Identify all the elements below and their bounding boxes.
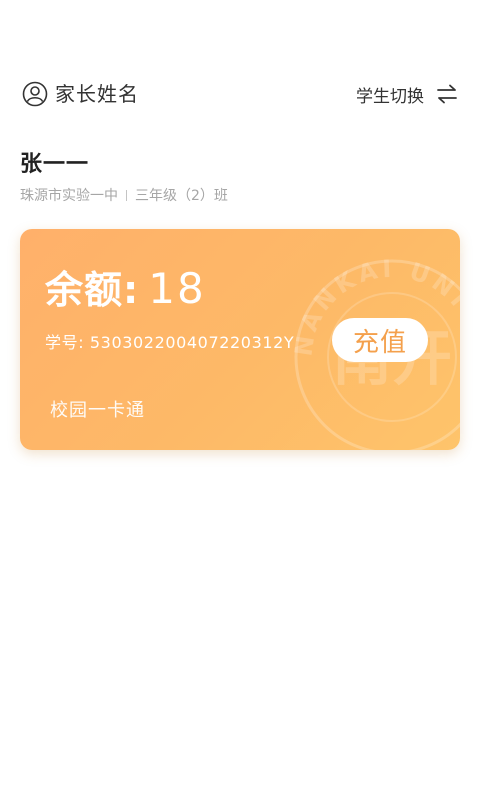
user-circle-icon: [22, 81, 48, 107]
parent-name: 家长姓名: [55, 82, 139, 106]
class-name: 三年级（2）班: [135, 188, 228, 204]
school-info: 珠源市实验一中 三年级（2）班: [20, 185, 228, 205]
balance: 余额 : 18: [45, 259, 206, 314]
balance-colon: :: [123, 268, 139, 312]
balance-value: 18: [148, 264, 206, 313]
swap-arrows-icon: [437, 84, 457, 104]
card-type-label: 校园一卡通: [50, 400, 145, 421]
topup-button[interactable]: 充值: [332, 318, 428, 362]
switch-student-label: 学生切换: [356, 86, 424, 107]
campus-card[interactable]: NANKAI UNIVERSITY 南开 余额 : 18 学号: 5303022…: [20, 229, 460, 450]
header: 家长姓名 学生切换: [0, 78, 480, 110]
balance-label: 余额: [45, 268, 124, 312]
student-id: 学号: 53030220040722031​2Y: [45, 329, 294, 353]
switch-student-button[interactable]: 学生切换: [356, 78, 458, 110]
student-name: 张一一: [20, 152, 90, 177]
student-id-value: 53030220040722031​2Y: [89, 333, 295, 352]
school-name: 珠源市实验一中: [20, 188, 118, 204]
divider: [126, 189, 127, 201]
student-id-label: 学号:: [45, 333, 90, 352]
